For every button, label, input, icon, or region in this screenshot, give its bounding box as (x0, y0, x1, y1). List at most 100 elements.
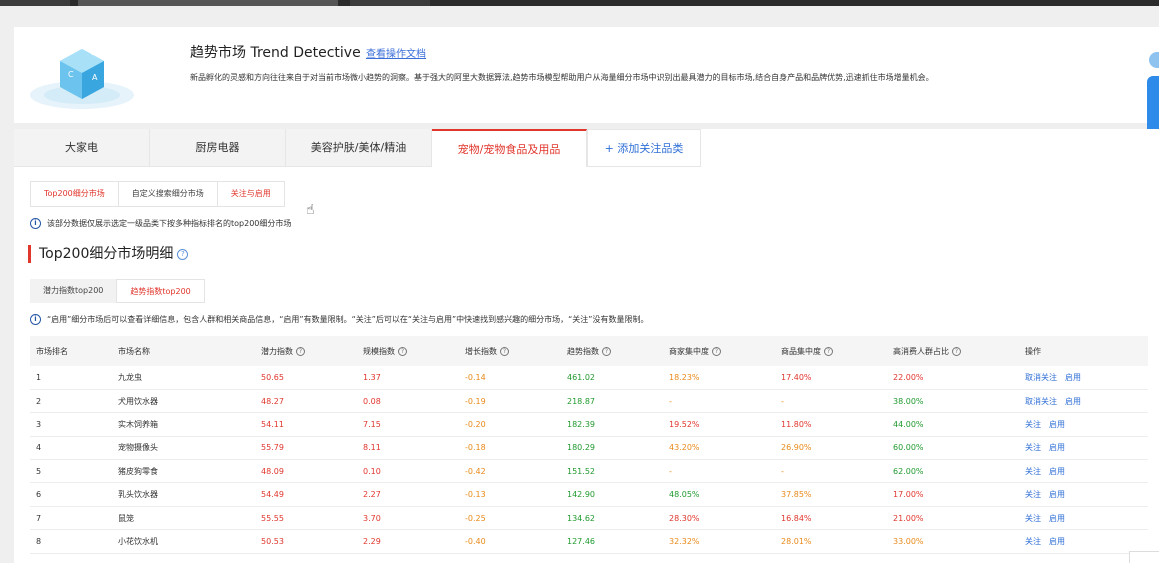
help-icon[interactable]: ? (398, 346, 407, 356)
cell-actions: 关注 启用 (1019, 482, 1148, 507)
follow-button[interactable]: 关注 (1025, 420, 1041, 429)
tab-follow-enable[interactable]: 关注与启用 (218, 182, 284, 206)
enable-button[interactable]: 启用 (1065, 397, 1081, 406)
help-icon[interactable]: ? (500, 346, 509, 356)
unfollow-button[interactable]: 取消关注 (1025, 397, 1057, 406)
cell-scale: 3.70 (357, 506, 459, 531)
table-header-row: 市场排名 市场名称 潜力指数? 规模指数? 增长指数? 趋势指数? 商家集中度?… (30, 336, 1148, 366)
tab-custom-search[interactable]: 自定义搜索细分市场 (119, 182, 218, 206)
cell-scale: 2.27 (357, 482, 459, 507)
cell-name: 犬用饮水器 (112, 389, 255, 414)
tab-strip-segment (78, 0, 338, 6)
table-row: 8 小花饮水机 50.53 2.29 -0.40 127.46 32.32% 28.01% 33… (30, 529, 1148, 554)
follow-button[interactable]: 关注 (1025, 537, 1041, 546)
cell-actions: 关注 启用 (1019, 412, 1148, 437)
market-table: 市场排名 市场名称 潜力指数? 规模指数? 增长指数? 趋势指数? 商家集中度?… (30, 336, 1148, 554)
info-icon: i (30, 218, 41, 229)
enable-button[interactable]: 启用 (1049, 420, 1065, 429)
cell-merchant-concentration: - (663, 389, 775, 414)
enable-button[interactable]: 启用 (1049, 514, 1065, 523)
cell-name: 九龙虫 (112, 366, 255, 390)
floating-helper-dot[interactable] (1149, 52, 1159, 68)
cell-merchant-concentration: - (663, 459, 775, 484)
cell-growth: -0.14 (459, 366, 561, 390)
enable-button[interactable]: 启用 (1065, 373, 1081, 382)
cell-potential: 54.49 (255, 482, 357, 507)
follow-button[interactable]: 关注 (1025, 514, 1041, 523)
cell-scale: 2.29 (357, 529, 459, 554)
cell-rank: 8 (30, 529, 112, 554)
tab-category-appliances[interactable]: 大家电 (14, 129, 150, 167)
cell-high-consumer-ratio: 22.00% (887, 366, 1019, 390)
col-name: 市场名称 (118, 346, 150, 356)
help-icon[interactable]: ? (824, 346, 833, 356)
tab-potential-top200[interactable]: 潜力指数top200 (30, 279, 117, 303)
table-row: 2 犬用饮水器 48.27 0.08 -0.19 218.87- -38.00% 取消关注 启用 (30, 389, 1148, 414)
follow-button[interactable]: 关注 (1025, 467, 1041, 476)
col-potential: 潜力指数? (255, 336, 357, 366)
cell-potential: 50.53 (255, 529, 357, 554)
svg-text:C: C (68, 70, 74, 79)
cell-actions: 关注 启用 (1019, 459, 1148, 484)
cell-name: 小花饮水机 (112, 529, 255, 554)
follow-button[interactable]: 关注 (1025, 490, 1041, 499)
help-icon[interactable]: ? (296, 346, 305, 356)
cell-goods-concentration: 37.85% (775, 482, 887, 507)
cell-rank: 4 (30, 436, 112, 461)
cell-growth: -0.13 (459, 482, 561, 507)
add-category-button[interactable]: + 添加关注品类 (587, 129, 701, 167)
cell-merchant-concentration: 28.30% (663, 506, 775, 531)
col-scale: 规模指数? (357, 336, 459, 366)
cell-goods-concentration: 17.40% (775, 366, 887, 390)
enable-button[interactable]: 启用 (1049, 490, 1065, 499)
help-icon[interactable]: ? (177, 248, 189, 260)
help-icon[interactable]: ? (602, 346, 611, 356)
tab-top200[interactable]: Top200细分市场 (31, 182, 119, 206)
table-row: 7 鼠笼 55.55 3.70 -0.25 134.62 28.30% 16.84% 21.00… (30, 506, 1148, 531)
window-top-strip (0, 0, 1159, 6)
tab-category-pets[interactable]: 宠物/宠物食品及用品 (432, 129, 587, 167)
cell-scale: 0.08 (357, 389, 459, 414)
cell-name: 鼠笼 (112, 506, 255, 531)
unfollow-button[interactable]: 取消关注 (1025, 373, 1057, 382)
cell-scale: 0.10 (357, 459, 459, 484)
cell-high-consumer-ratio: 17.00% (887, 482, 1019, 507)
enable-button[interactable]: 启用 (1049, 467, 1065, 476)
table-row: 3 实木饲养箱 54.11 7.15 -0.20 182.39 19.52% 11.80% 44… (30, 412, 1148, 437)
cell-growth: -0.19 (459, 389, 561, 414)
cell-rank: 5 (30, 459, 112, 484)
svg-text:A: A (92, 73, 98, 82)
tab-category-kitchen[interactable]: 厨房电器 (150, 129, 286, 167)
cell-scale: 7.15 (357, 412, 459, 437)
help-icon[interactable]: ? (952, 346, 961, 356)
cell-goods-concentration: - (775, 459, 887, 484)
mouse-cursor-icon: ☝ (306, 202, 315, 218)
tab-category-beauty[interactable]: 美容护肤/美体/精油 (286, 129, 432, 167)
cell-growth: -0.20 (459, 412, 561, 437)
help-icon[interactable]: ? (712, 346, 721, 356)
cell-growth: -0.42 (459, 459, 561, 484)
col-high-consumer-ratio: 高消费人群占比? (887, 336, 1019, 366)
cell-actions: 关注 启用 (1019, 436, 1148, 461)
enable-button[interactable]: 启用 (1049, 537, 1065, 546)
col-goods-concentration: 商品集中度? (775, 336, 887, 366)
tab-trend-top200[interactable]: 趋势指数top200 (116, 279, 205, 303)
follow-button[interactable]: 关注 (1025, 443, 1041, 452)
cell-rank: 7 (30, 506, 112, 531)
cell-goods-concentration: 28.01% (775, 529, 887, 554)
col-rank: 市场排名 (36, 346, 68, 356)
info-text: 该部分数据仅展示选定一级品类下按多种指标排名的top200细分市场 (47, 219, 292, 228)
cell-goods-concentration: 11.80% (775, 412, 887, 437)
table-row: 5 猪皮狗零食 48.09 0.10 -0.42 151.52- -62.00% 关注 启用 (30, 459, 1148, 484)
index-tabs: 潜力指数top200 趋势指数top200 (30, 279, 205, 303)
cell-name: 猪皮狗零食 (112, 459, 255, 484)
cell-merchant-concentration: 48.05% (663, 482, 775, 507)
col-trend: 趋势指数? (561, 336, 663, 366)
cell-name: 宠物摄像头 (112, 436, 255, 461)
cell-merchant-concentration: 18.23% (663, 366, 775, 390)
enable-button[interactable]: 启用 (1049, 443, 1065, 452)
cell-high-consumer-ratio: 62.00% (887, 459, 1019, 484)
tab-strip-segment (350, 0, 430, 6)
docs-link[interactable]: 查看操作文档 (366, 45, 426, 60)
cell-high-consumer-ratio: 60.00% (887, 436, 1019, 461)
